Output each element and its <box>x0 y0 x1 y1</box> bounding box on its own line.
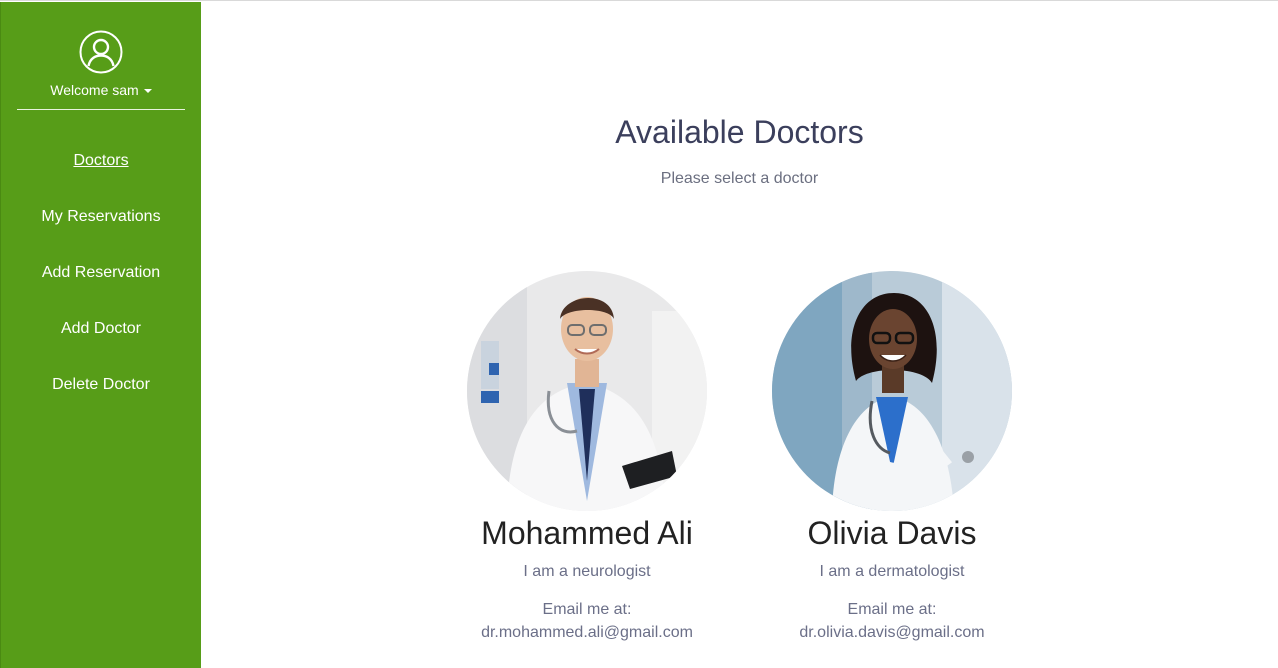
sidebar-item-add-reservation: Add Reservation <box>1 264 201 320</box>
welcome-dropdown[interactable]: Welcome sam <box>50 82 152 98</box>
main-content: Available Doctors Please select a doctor <box>201 1 1278 668</box>
nav-link-my-reservations[interactable]: My Reservations <box>41 208 160 225</box>
doctor-name: Olivia Davis <box>807 515 977 551</box>
nav-link-delete-doctor[interactable]: Delete Doctor <box>52 376 150 393</box>
page-subtitle: Please select a doctor <box>660 170 819 187</box>
sidebar-item-my-reservations: My Reservations <box>1 208 201 264</box>
doctor-card[interactable]: Olivia Davis I am a dermatologist Email … <box>740 271 1044 642</box>
doctor-email-link[interactable]: dr.olivia.davis@gmail.com <box>740 624 1044 642</box>
welcome-label: Welcome sam <box>50 82 139 98</box>
nav-link-add-reservation[interactable]: Add Reservation <box>42 264 160 281</box>
doctor-specialty: I am a neurologist <box>523 563 651 580</box>
user-block: Welcome sam <box>1 2 201 110</box>
doctor-name: Mohammed Ali <box>481 515 693 551</box>
nav-link-doctors[interactable]: Doctors <box>73 152 128 169</box>
sidebar-nav: Doctors My Reservations Add Reservation … <box>1 152 201 432</box>
nav-link-add-doctor[interactable]: Add Doctor <box>61 320 141 337</box>
doctor-email-label: Email me at: <box>847 601 937 618</box>
user-circle-icon[interactable] <box>79 30 123 74</box>
caret-down-icon <box>143 88 152 93</box>
sidebar-item-delete-doctor: Delete Doctor <box>1 376 201 432</box>
doctor-email-label: Email me at: <box>542 601 632 618</box>
doctor-email-link[interactable]: dr.mohammed.ali@gmail.com <box>435 624 739 642</box>
doctor-card[interactable]: Mohammed Ali I am a neurologist Email me… <box>435 271 739 642</box>
page-title: Available Doctors <box>615 114 864 150</box>
sidebar: Welcome sam Doctors My Reservations Add … <box>0 2 201 668</box>
sidebar-divider <box>17 109 185 110</box>
sidebar-item-add-doctor: Add Doctor <box>1 320 201 376</box>
doctor-photo[interactable] <box>467 271 707 511</box>
sidebar-item-doctors: Doctors <box>1 152 201 208</box>
doctor-photo[interactable] <box>772 271 1012 511</box>
doctor-specialty: I am a dermatologist <box>819 563 965 580</box>
